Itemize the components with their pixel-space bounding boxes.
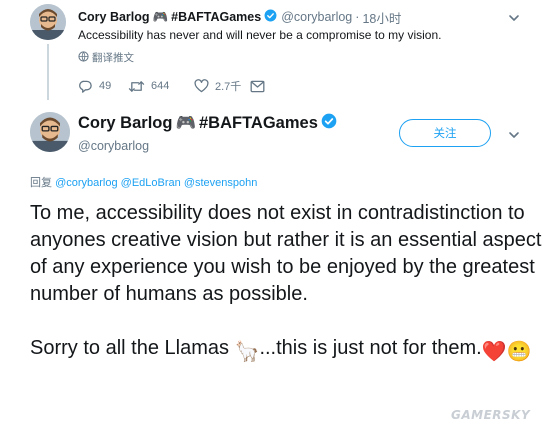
- like-count: 2.7千: [215, 81, 242, 93]
- author-hashtag: #BAFTAGames: [198, 114, 318, 132]
- chevron-down-icon[interactable]: [506, 127, 522, 143]
- follow-button[interactable]: 关注: [399, 119, 491, 147]
- separator: ·: [355, 10, 360, 24]
- heart-emoji: ❤️: [481, 341, 507, 363]
- chevron-down-icon[interactable]: [506, 10, 522, 26]
- author-display-name[interactable]: Cory Barlog 🎮 #BAFTAGames: [78, 113, 337, 134]
- retweet-icon: [128, 80, 145, 92]
- globe-icon: [78, 50, 89, 65]
- thread-line: [47, 44, 49, 100]
- author-handle[interactable]: @corybarlog: [281, 10, 352, 24]
- gamepad-emoji: 🎮: [175, 114, 196, 132]
- tweet-text-segment: ...this is just not for them.: [259, 337, 482, 359]
- author-name: Cory Barlog: [78, 114, 173, 132]
- mention-link[interactable]: @EdLoBran: [121, 177, 181, 189]
- grimacing-emoji: 😬: [506, 341, 532, 363]
- author-name[interactable]: Cory Barlog: [78, 10, 150, 24]
- retweet-button[interactable]: 644: [128, 79, 194, 94]
- like-button[interactable]: 2.7千: [194, 78, 250, 94]
- avatar[interactable]: [30, 4, 66, 40]
- reply-icon: [79, 80, 92, 93]
- message-icon: [250, 80, 265, 92]
- reply-button[interactable]: 49: [78, 79, 128, 94]
- mention-link[interactable]: @corybarlog: [55, 177, 118, 189]
- tweet-paragraph: Sorry to all the Llamas 🦙...this is just…: [30, 335, 550, 366]
- parent-tweet[interactable]: Cory Barlog 🎮 #BAFTAGames @corybarlog · …: [0, 0, 550, 100]
- message-button[interactable]: [250, 80, 271, 93]
- tweet-text-segment: Sorry to all the Llamas: [30, 337, 235, 359]
- author-hashtag[interactable]: #BAFTAGames: [171, 10, 261, 24]
- tweet-actions: 49 644 2.7千: [78, 78, 271, 94]
- gamepad-emoji: 🎮: [152, 9, 169, 24]
- reply-prefix: 回复: [30, 177, 52, 189]
- like-icon: [194, 79, 209, 93]
- author-handle[interactable]: @corybarlog: [78, 139, 149, 153]
- verified-badge-icon: [264, 9, 277, 25]
- tweet-paragraph: To me, accessibility does not exist in c…: [30, 202, 542, 305]
- tweet-body: To me, accessibility does not exist in c…: [30, 200, 550, 366]
- reply-count: 49: [99, 80, 112, 92]
- parent-tweet-header: Cory Barlog 🎮 #BAFTAGames @corybarlog · …: [78, 8, 401, 26]
- watermark: GAMERSKY: [451, 408, 531, 422]
- verified-badge-icon: [321, 113, 337, 134]
- translate-label: 翻译推文: [92, 52, 134, 64]
- llama-emoji: 🦙: [234, 341, 260, 363]
- parent-tweet-text: Accessibility has never and will never b…: [78, 28, 442, 42]
- replying-to: 回复 @corybarlog @EdLoBran @stevenspohn: [30, 174, 257, 190]
- tweet-time[interactable]: 18小时: [362, 8, 401, 27]
- retweet-count: 644: [151, 80, 170, 92]
- mention-link[interactable]: @stevenspohn: [184, 177, 258, 189]
- translate-link[interactable]: 翻译推文: [78, 50, 134, 65]
- avatar[interactable]: [30, 112, 70, 152]
